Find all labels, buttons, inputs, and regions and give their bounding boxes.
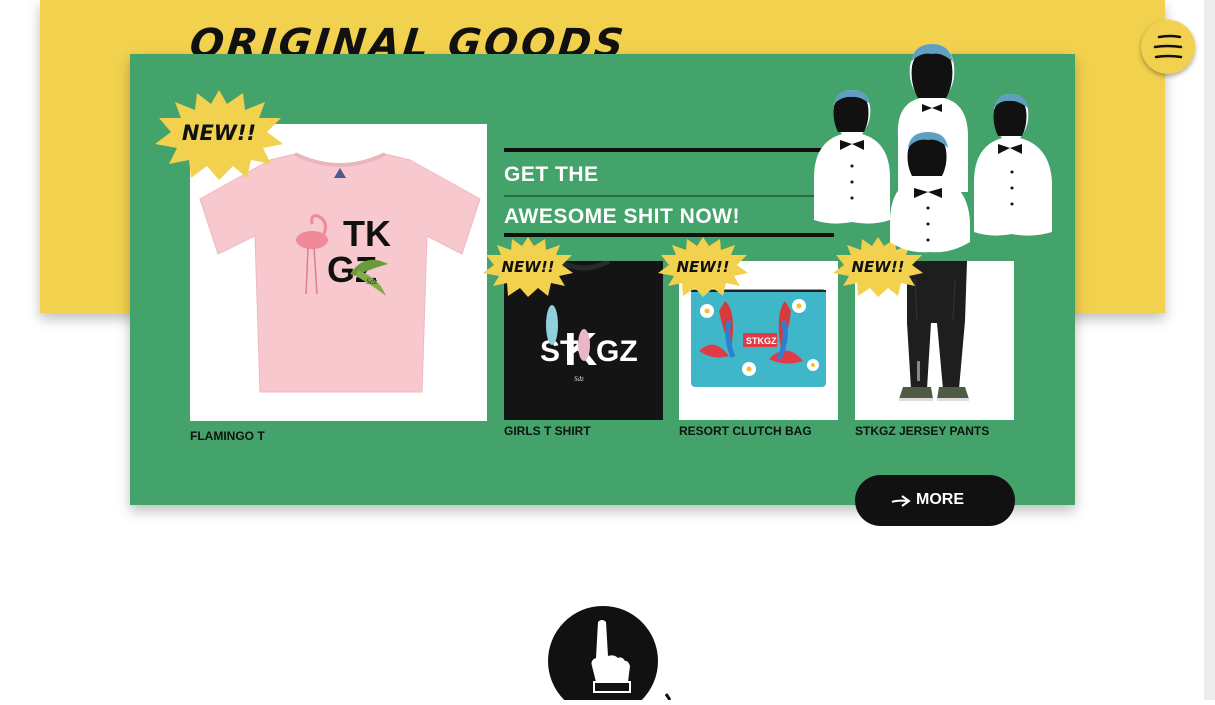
- svg-text:Sdz: Sdz: [574, 375, 584, 383]
- pointing-hand-icon: [548, 606, 678, 705]
- new-badge: NEW!!: [657, 236, 749, 298]
- svg-text:TK: TK: [343, 213, 391, 254]
- more-button[interactable]: MORE: [855, 475, 1015, 526]
- svg-text:GZ: GZ: [596, 335, 638, 368]
- more-button-label: MORE: [916, 491, 964, 508]
- tagline-line-2: AWESOME SHIT NOW!: [504, 205, 740, 228]
- staff-silhouettes-illustration: [812, 42, 1056, 259]
- new-badge: NEW!!: [482, 236, 574, 298]
- product-name[interactable]: RESORT CLUTCH BAG: [679, 424, 812, 438]
- tagline-block: GET THE AWESOME SHIT NOW!: [504, 148, 834, 237]
- product-name[interactable]: STKGZ JERSEY PANTS: [855, 424, 989, 438]
- hamburger-icon: [1153, 34, 1183, 59]
- new-badge: NEW!!: [153, 88, 285, 182]
- product-name[interactable]: GIRLS T SHIRT: [504, 424, 591, 438]
- page-scrollbar[interactable]: [1204, 0, 1215, 700]
- svg-text:Sdz: Sdz: [366, 277, 378, 286]
- tagline-line-1: GET THE: [504, 163, 599, 186]
- product-name[interactable]: FLAMINGO T: [190, 429, 265, 443]
- svg-text:STKGZ: STKGZ: [746, 336, 777, 346]
- menu-button[interactable]: [1141, 20, 1195, 74]
- tagline-divider: [504, 195, 834, 197]
- arrow-right-icon: [891, 495, 911, 510]
